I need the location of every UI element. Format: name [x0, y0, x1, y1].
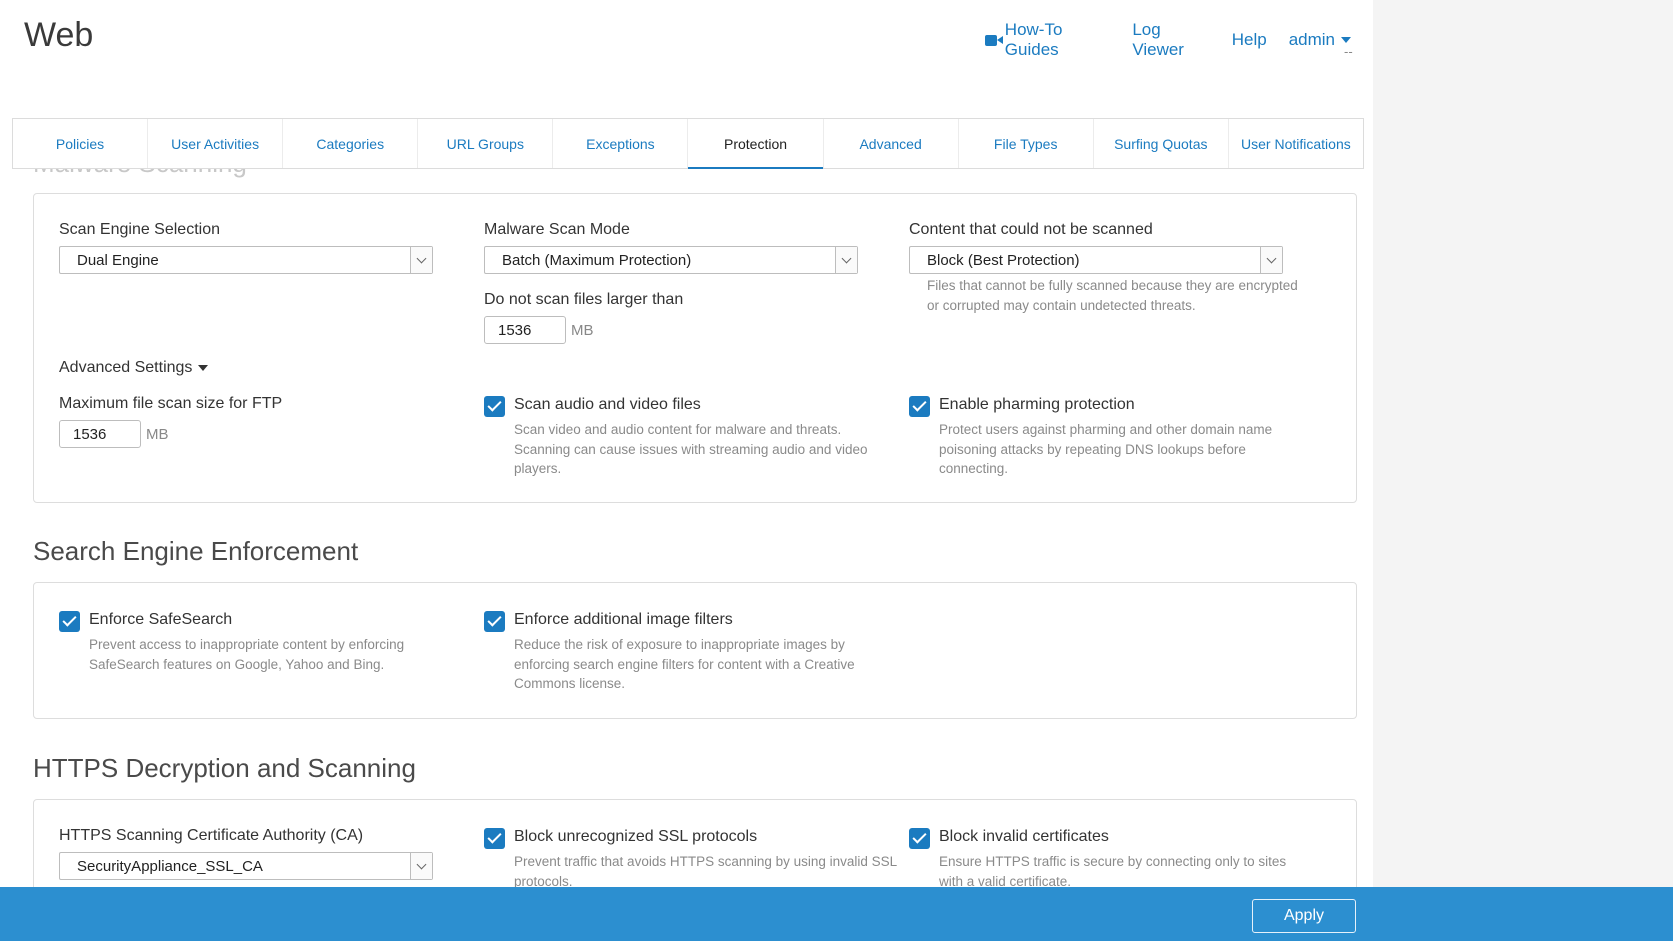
tab-policies[interactable]: Policies	[13, 119, 149, 168]
image-filters-checkbox[interactable]	[484, 611, 505, 632]
scan-av-label: Scan audio and video files	[514, 396, 701, 413]
https-section-title: HTTPS Decryption and Scanning	[33, 753, 416, 783]
chevron-down-icon	[410, 247, 432, 273]
ftp-size-input[interactable]: 1536	[59, 420, 141, 448]
block-certs-label: Block invalid certificates	[939, 828, 1109, 845]
ftp-size-label: Maximum file scan size for FTP	[59, 395, 283, 412]
ca-select[interactable]: SecurityAppliance_SSL_CA	[59, 852, 433, 880]
admin-user-label: admin	[1288, 30, 1335, 49]
image-filters-help: Reduce the risk of exposure to inappropr…	[514, 637, 855, 691]
scan-mode-value: Batch (Maximum Protection)	[502, 251, 692, 269]
pharming-checkbox[interactable]	[909, 396, 930, 417]
tab-protection[interactable]: Protection	[688, 119, 824, 169]
log-viewer-link[interactable]: Log Viewer	[1132, 20, 1209, 60]
footer-bar: Apply	[0, 887, 1673, 941]
tab-bar: Policies User Activities Categories URL …	[12, 118, 1364, 169]
unscannable-value: Block (Best Protection)	[927, 251, 1080, 269]
ca-value: SecurityAppliance_SSL_CA	[77, 857, 263, 875]
tab-advanced[interactable]: Advanced	[824, 119, 959, 168]
search-enforcement-title: Search Engine Enforcement	[33, 536, 359, 566]
scan-engine-value: Dual Engine	[77, 251, 159, 269]
help-link[interactable]: Help	[1232, 30, 1267, 50]
tab-categories[interactable]: Categories	[283, 119, 419, 168]
chevron-down-icon	[835, 247, 857, 273]
page-title: Web	[24, 16, 94, 54]
tab-user-notifications[interactable]: User Notifications	[1229, 119, 1363, 168]
unscannable-select[interactable]: Block (Best Protection)	[909, 246, 1283, 274]
safesearch-checkbox[interactable]	[59, 611, 80, 632]
chevron-down-icon	[410, 853, 432, 879]
pharming-label: Enable pharming protection	[939, 396, 1135, 413]
admin-user-menu[interactable]: admin	[1289, 30, 1351, 50]
scan-mode-label: Malware Scan Mode	[484, 221, 630, 238]
block-ssl-help: Prevent traffic that avoids HTTPS scanni…	[514, 854, 897, 889]
block-ssl-label: Block unrecognized SSL protocols	[514, 828, 758, 845]
tab-user-activities[interactable]: User Activities	[148, 119, 284, 168]
ca-label: HTTPS Scanning Certificate Authority (CA…	[59, 827, 364, 844]
search-enforcement-panel: Enforce SafeSearch Prevent access to ina…	[33, 582, 1357, 719]
apply-button[interactable]: Apply	[1252, 899, 1356, 933]
max-size-unit: MB	[571, 322, 594, 339]
safesearch-help: Prevent access to inappropriate content …	[89, 637, 405, 672]
how-to-guides-label: How-To Guides	[1004, 20, 1063, 59]
scan-engine-label: Scan Engine Selection	[59, 221, 220, 238]
ftp-size-unit: MB	[146, 426, 169, 443]
advanced-settings-label: Advanced Settings	[59, 359, 193, 376]
tab-url-groups[interactable]: URL Groups	[418, 119, 554, 168]
video-camera-icon	[985, 34, 1003, 46]
max-size-input[interactable]: 1536	[484, 316, 566, 344]
header-sub-text: --	[1344, 44, 1353, 59]
image-filters-label: Enforce additional image filters	[514, 611, 733, 628]
chevron-down-icon	[1260, 247, 1282, 273]
main-column: Web How-To Guides Log Viewer Help admin …	[0, 0, 1373, 941]
advanced-settings-toggle[interactable]: Advanced Settings	[59, 359, 209, 377]
pharming-help: Protect users against pharming and other…	[939, 422, 1273, 476]
tab-file-types[interactable]: File Types	[959, 119, 1094, 168]
right-background	[1373, 0, 1673, 941]
caret-down-icon	[198, 365, 209, 371]
block-ssl-checkbox[interactable]	[484, 828, 505, 849]
chevron-down-icon	[1341, 37, 1351, 43]
scan-engine-select[interactable]: Dual Engine	[59, 246, 433, 274]
scan-mode-select[interactable]: Batch (Maximum Protection)	[484, 246, 858, 274]
tab-surfing-quotas[interactable]: Surfing Quotas	[1094, 119, 1229, 168]
top-links: How-To Guides Log Viewer Help admin	[985, 20, 1373, 60]
max-size-label: Do not scan files larger than	[484, 291, 684, 308]
safesearch-label: Enforce SafeSearch	[89, 611, 233, 628]
unscannable-help: Files that cannot be fully scanned becau…	[927, 278, 1298, 313]
unscannable-label: Content that could not be scanned	[909, 221, 1153, 238]
how-to-guides-link[interactable]: How-To Guides	[985, 20, 1110, 60]
scan-av-help: Scan video and audio content for malware…	[514, 422, 868, 476]
block-certs-help: Ensure HTTPS traffic is secure by connec…	[939, 854, 1287, 889]
scan-av-checkbox[interactable]	[484, 396, 505, 417]
tab-exceptions[interactable]: Exceptions	[553, 119, 689, 168]
block-certs-checkbox[interactable]	[909, 828, 930, 849]
malware-panel: Scan Engine Selection Dual Engine Malwar…	[33, 193, 1357, 503]
